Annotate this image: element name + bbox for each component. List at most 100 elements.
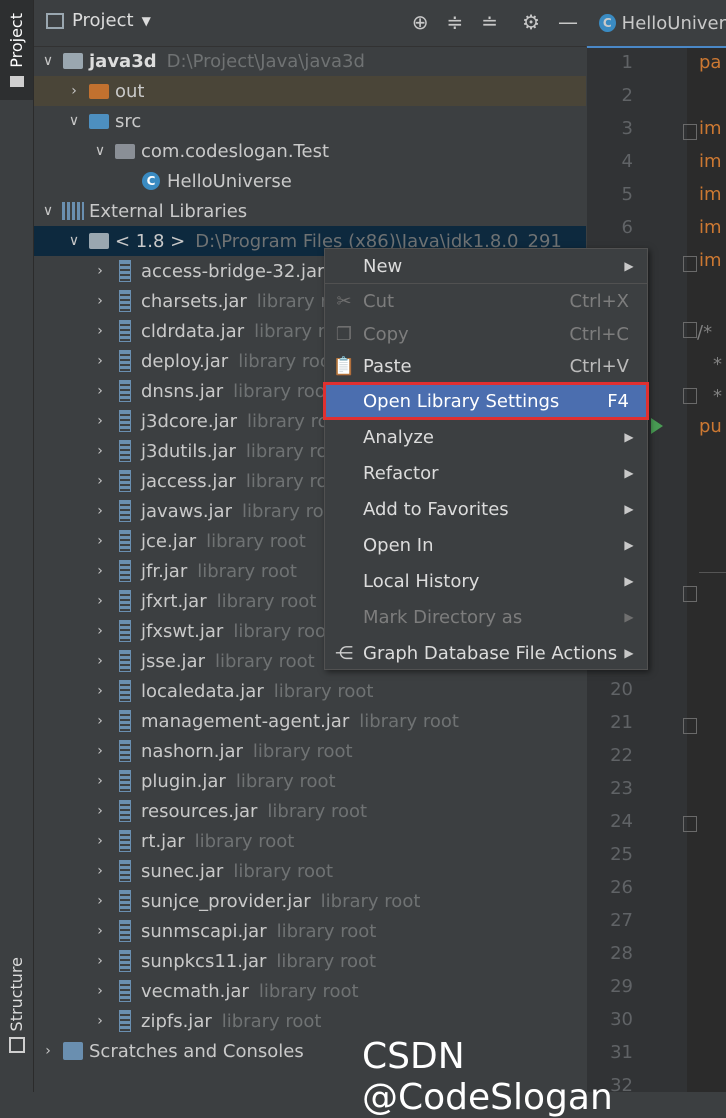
fold-marker-icon[interactable]: [683, 256, 697, 272]
tree-node-out[interactable]: › out: [34, 76, 586, 106]
chevron-right-icon[interactable]: ›: [92, 953, 108, 969]
tree-node-jar[interactable]: › nashorn.jar library root: [34, 736, 586, 766]
tree-node-jar[interactable]: › plugin.jar library root: [34, 766, 586, 796]
chevron-down-icon[interactable]: ∨: [66, 113, 82, 129]
chevron-right-icon[interactable]: ›: [92, 263, 108, 279]
copy-icon: ❐: [335, 323, 353, 345]
chevron-right-icon[interactable]: ›: [92, 683, 108, 699]
tree-node-class[interactable]: C HelloUniverse: [34, 166, 586, 196]
menu-item-copy[interactable]: ❐ Copy Ctrl+C: [325, 317, 647, 351]
chevron-right-icon[interactable]: ›: [92, 803, 108, 819]
chevron-down-icon[interactable]: ∨: [40, 203, 56, 219]
menu-item-label: Paste: [363, 355, 412, 377]
chevron-right-icon[interactable]: ›: [66, 83, 82, 99]
chevron-right-icon[interactable]: ›: [92, 293, 108, 309]
project-tool-tab[interactable]: Project: [0, 0, 33, 100]
menu-item-new[interactable]: New ▶: [325, 249, 647, 283]
tree-node-jar[interactable]: › vecmath.jar library root: [34, 976, 586, 1006]
code-line: pa: [699, 52, 722, 73]
scissors-icon: ✂: [336, 290, 352, 312]
menu-item-cut[interactable]: ✂ Cut Ctrl+X: [325, 284, 647, 318]
chevron-right-icon[interactable]: ›: [40, 1043, 56, 1059]
java-class-icon: C: [140, 171, 162, 191]
structure-tool-tab[interactable]: Structure: [0, 950, 33, 1060]
menu-item-mark-directory-as[interactable]: Mark Directory as ▶: [325, 600, 647, 634]
chevron-right-icon[interactable]: ›: [92, 653, 108, 669]
tree-node-external-libraries[interactable]: ∨ External Libraries: [34, 196, 592, 226]
jar-name: j3dcore.jar: [141, 410, 238, 432]
expand-all-icon[interactable]: ≑: [447, 10, 464, 34]
fold-marker-icon[interactable]: [683, 586, 697, 602]
jar-name: cldrdata.jar: [141, 320, 245, 342]
tree-node-jar[interactable]: › sunec.jar library root: [34, 856, 586, 886]
chevron-right-icon[interactable]: ›: [92, 563, 108, 579]
library-root-hint: library root: [258, 980, 359, 1002]
tree-node-jar[interactable]: › zipfs.jar library root: [34, 1006, 586, 1036]
chevron-down-icon[interactable]: ∨: [66, 233, 82, 249]
editor-tab-hellouniverse[interactable]: C HelloUniver: [587, 0, 726, 48]
jar-icon: [114, 470, 136, 492]
fold-marker-icon[interactable]: [683, 816, 697, 832]
project-view-selector[interactable]: Project ▼: [46, 10, 151, 31]
menu-item-open-in[interactable]: Open In ▶: [325, 528, 647, 562]
jdk-name: < 1.8 >: [115, 230, 186, 252]
code-comment-line: *: [713, 386, 722, 407]
menu-item-open-library-settings[interactable]: Open Library Settings F4: [323, 382, 649, 420]
tree-node-src[interactable]: ∨ src: [34, 106, 586, 136]
fold-marker-icon[interactable]: [683, 322, 697, 338]
submenu-arrow-icon: ▶: [624, 610, 634, 624]
chevron-right-icon[interactable]: ›: [92, 413, 108, 429]
tree-node-jar[interactable]: › resources.jar library root: [34, 796, 586, 826]
tree-node-jar[interactable]: › rt.jar library root: [34, 826, 586, 856]
menu-item-graph-database-file-actions[interactable]: ⋲ Graph Database File Actions ▶: [325, 636, 647, 670]
chevron-right-icon[interactable]: ›: [92, 983, 108, 999]
chevron-right-icon[interactable]: ›: [92, 833, 108, 849]
tree-node-package[interactable]: ∨ com.codeslogan.Test: [34, 136, 586, 166]
tree-node-project[interactable]: ∨ java3d D:\Project\Java\java3d: [34, 46, 592, 76]
gear-icon[interactable]: ⚙: [522, 10, 540, 34]
chevron-down-icon[interactable]: ∨: [92, 143, 108, 159]
minimize-icon[interactable]: —: [558, 10, 578, 34]
chevron-right-icon[interactable]: ›: [92, 353, 108, 369]
line-number: 27: [610, 910, 633, 931]
jar-name: jfr.jar: [141, 560, 188, 582]
chevron-right-icon[interactable]: ›: [92, 743, 108, 759]
menu-item-analyze[interactable]: Analyze ▶: [325, 420, 647, 454]
tree-node-jar[interactable]: › sunjce_provider.jar library root: [34, 886, 586, 916]
menu-item-add-to-favorites[interactable]: Add to Favorites ▶: [325, 492, 647, 526]
chevron-right-icon[interactable]: ›: [92, 923, 108, 939]
method-separator: [699, 572, 726, 573]
menu-item-refactor[interactable]: Refactor ▶: [325, 456, 647, 490]
jar-icon: [114, 860, 136, 882]
menu-item-paste[interactable]: 📋 Paste Ctrl+V: [325, 349, 647, 383]
line-number: 6: [621, 217, 633, 238]
chevron-right-icon[interactable]: ›: [92, 443, 108, 459]
fold-marker-icon[interactable]: [683, 718, 697, 734]
tree-node-jar[interactable]: › sunmscapi.jar library root: [34, 916, 586, 946]
chevron-down-icon[interactable]: ∨: [40, 53, 56, 69]
chevron-right-icon[interactable]: ›: [92, 623, 108, 639]
chevron-right-icon[interactable]: ›: [92, 503, 108, 519]
tree-node-jar[interactable]: › management-agent.jar library root: [34, 706, 586, 736]
chevron-right-icon[interactable]: ›: [92, 713, 108, 729]
chevron-right-icon[interactable]: ›: [92, 863, 108, 879]
chevron-right-icon[interactable]: ›: [92, 893, 108, 909]
tree-node-jar[interactable]: › localedata.jar library root: [34, 676, 586, 706]
run-gutter-icon[interactable]: [651, 418, 663, 434]
chevron-right-icon[interactable]: ›: [92, 593, 108, 609]
chevron-right-icon[interactable]: ›: [92, 773, 108, 789]
chevron-right-icon[interactable]: ›: [92, 533, 108, 549]
jar-icon: [114, 590, 136, 612]
fold-marker-icon[interactable]: [683, 124, 697, 140]
library-root-hint: library root: [197, 560, 297, 582]
tree-node-jar[interactable]: › sunpkcs11.jar library root: [34, 946, 586, 976]
line-number: 26: [610, 877, 633, 898]
collapse-all-icon[interactable]: ≐: [481, 10, 498, 34]
chevron-right-icon[interactable]: ›: [92, 473, 108, 489]
chevron-right-icon[interactable]: ›: [92, 383, 108, 399]
chevron-right-icon[interactable]: ›: [92, 1013, 108, 1029]
menu-item-local-history[interactable]: Local History ▶: [325, 564, 647, 598]
fold-marker-icon[interactable]: [683, 388, 697, 404]
crosshair-icon[interactable]: ⊕: [412, 10, 429, 34]
chevron-right-icon[interactable]: ›: [92, 323, 108, 339]
